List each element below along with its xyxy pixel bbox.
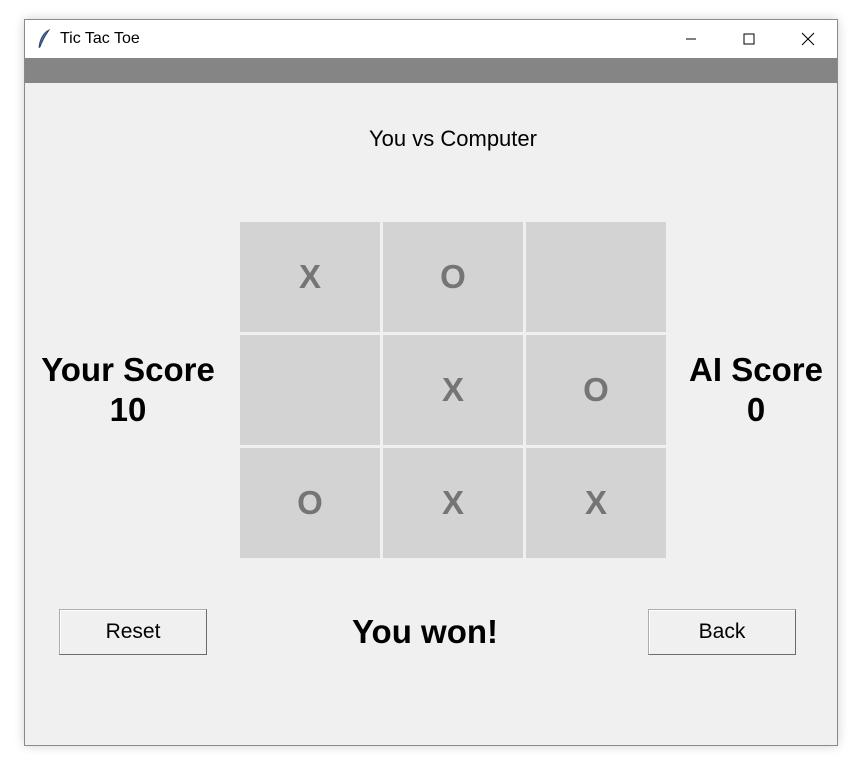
player-score: Your Score 10	[28, 350, 228, 430]
player-score-label: Your Score	[41, 351, 215, 388]
game-board: X O X O O X X	[240, 222, 666, 558]
ai-score-value: 0	[746, 391, 766, 428]
game-status: You won!	[351, 613, 499, 650]
app-window: Tic Tac Toe You vs Computer Your Score 1…	[24, 19, 838, 746]
board-cell[interactable]: X	[383, 448, 523, 558]
board-cell[interactable]	[240, 335, 380, 445]
reset-button[interactable]: Reset	[59, 609, 207, 655]
player-score-value: 10	[109, 391, 147, 428]
board-cell[interactable]: O	[240, 448, 380, 558]
maximize-icon	[743, 33, 755, 45]
minimize-icon	[686, 38, 696, 40]
feather-icon	[37, 28, 51, 49]
board-cell[interactable]	[526, 222, 666, 332]
maximize-button[interactable]	[720, 20, 778, 58]
title-bar[interactable]: Tic Tac Toe	[25, 20, 837, 58]
close-button[interactable]	[779, 20, 837, 58]
close-icon	[801, 32, 815, 46]
board-cell[interactable]: O	[383, 222, 523, 332]
board-cell[interactable]: X	[240, 222, 380, 332]
ai-score-label: AI Score	[689, 351, 823, 388]
menu-bar	[25, 58, 837, 83]
board-cell[interactable]: O	[526, 335, 666, 445]
mode-label: You vs Computer	[369, 126, 537, 151]
back-button[interactable]: Back	[648, 609, 796, 655]
board-cell[interactable]: X	[383, 335, 523, 445]
board-cell[interactable]: X	[526, 448, 666, 558]
window-title: Tic Tac Toe	[60, 30, 140, 47]
minimize-button[interactable]	[662, 20, 720, 58]
ai-score: AI Score 0	[656, 350, 856, 430]
